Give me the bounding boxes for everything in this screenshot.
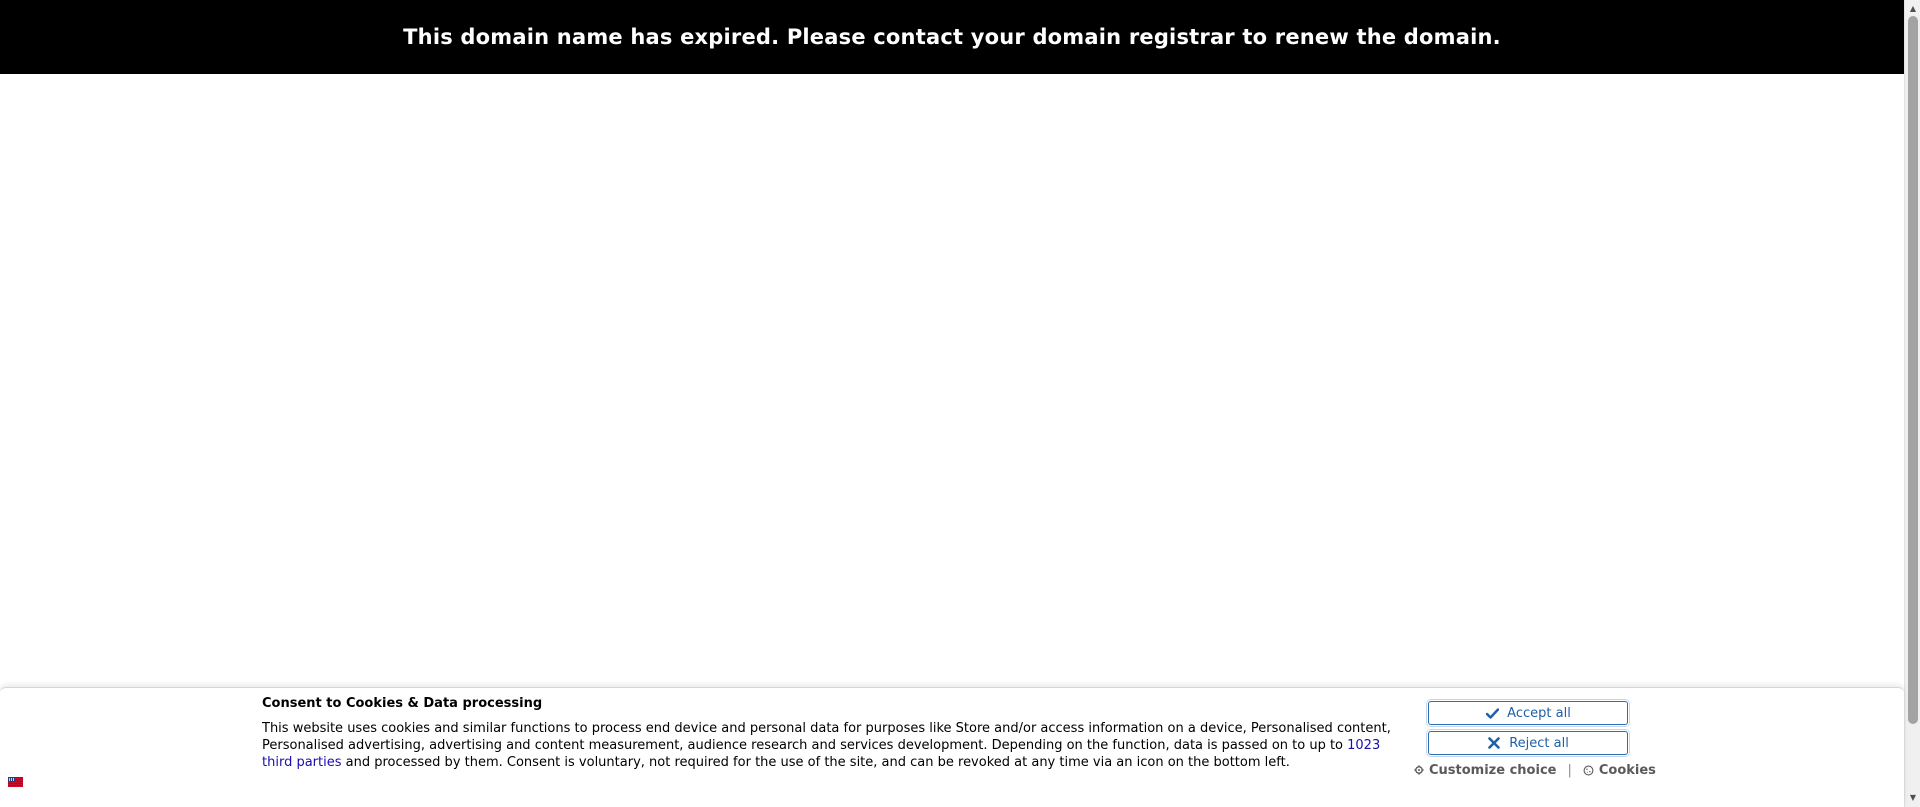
page: This domain name has expired. Please con… bbox=[0, 0, 1920, 807]
consent-title: Consent to Cookies & Data processing bbox=[262, 696, 543, 711]
reject-all-button[interactable]: Reject all bbox=[1428, 731, 1628, 755]
scroll-down-arrow-icon[interactable]: ▼ bbox=[1905, 791, 1920, 805]
consent-text-block: Consent to Cookies & Data processing Thi… bbox=[262, 695, 1394, 771]
cookie-icon bbox=[1583, 765, 1594, 776]
scroll-up-arrow-icon[interactable]: ▲ bbox=[1905, 2, 1920, 16]
customize-choice-label: Customize choice bbox=[1429, 762, 1557, 778]
accept-all-label: Accept all bbox=[1507, 705, 1571, 721]
consent-secondary-links: Customize choice | Cookies bbox=[1413, 761, 1656, 779]
cookies-link[interactable]: Cookies bbox=[1583, 763, 1656, 778]
uk-flag-icon[interactable] bbox=[8, 777, 23, 787]
customize-choice-link[interactable]: Customize choice bbox=[1413, 763, 1556, 778]
page-content: This domain name has expired. Please con… bbox=[0, 0, 1904, 807]
expired-domain-banner: This domain name has expired. Please con… bbox=[0, 0, 1904, 74]
close-icon bbox=[1487, 736, 1501, 750]
checkmark-icon bbox=[1485, 706, 1499, 720]
cookies-label: Cookies bbox=[1598, 762, 1656, 778]
consent-body-part1: This website uses cookies and similar fu… bbox=[262, 721, 1391, 753]
accept-all-button[interactable]: Accept all bbox=[1428, 701, 1628, 725]
gear-icon bbox=[1413, 765, 1424, 776]
reject-all-label: Reject all bbox=[1509, 735, 1569, 751]
consent-body-part2: and processed by them. Consent is volunt… bbox=[341, 755, 1290, 770]
link-separator: | bbox=[1567, 762, 1572, 778]
consent-description: This website uses cookies and similar fu… bbox=[262, 720, 1394, 771]
scroll-thumb[interactable] bbox=[1908, 16, 1918, 724]
banner-message: This domain name has expired. Please con… bbox=[403, 25, 1501, 49]
vertical-scrollbar[interactable]: ▲ ▼ bbox=[1904, 0, 1920, 807]
